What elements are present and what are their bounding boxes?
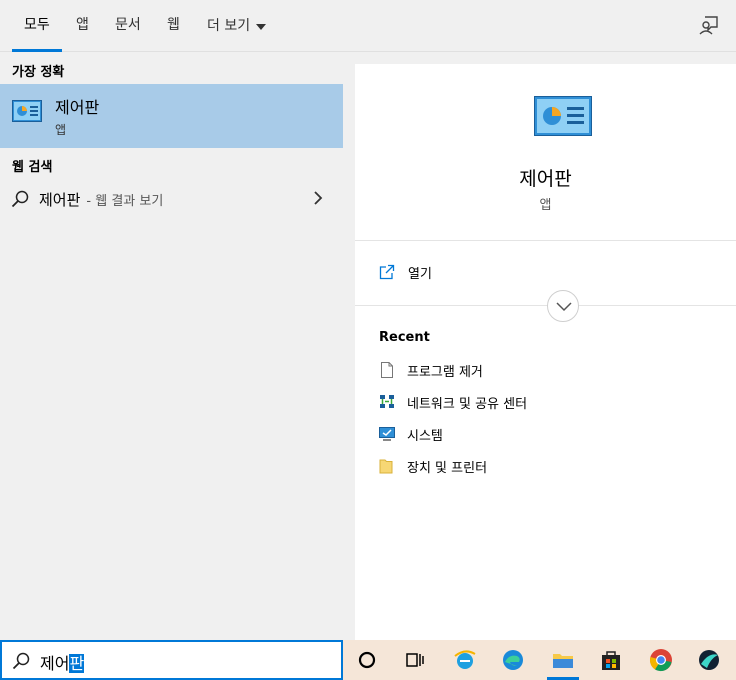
recent-item-system[interactable]: 시스템 <box>379 423 443 445</box>
tab-more-label: 더 보기 <box>207 18 251 34</box>
preview-subtitle: 앱 <box>539 198 552 213</box>
best-match-item[interactable]: 제어판 앱 <box>0 84 343 148</box>
web-result-text: 제어판 - 웹 결과 보기 <box>39 189 163 210</box>
open-label: 열기 <box>408 266 432 282</box>
best-match-title: 제어판 <box>55 98 100 117</box>
best-match-subtitle: 앱 <box>55 123 67 137</box>
recent-label: 장치 및 프린터 <box>407 460 488 476</box>
caret-down-icon <box>256 24 267 30</box>
divider <box>355 305 736 306</box>
chevron-down-icon <box>556 302 572 312</box>
tab-documents[interactable]: 문서 <box>115 0 141 52</box>
task-view-icon[interactable] <box>403 648 427 672</box>
search-input[interactable]: 제어판 <box>40 650 85 674</box>
taskbar <box>343 640 736 680</box>
search-tab-bar: 모두 앱 문서 웹 더 보기 <box>0 0 736 52</box>
control-panel-icon <box>12 100 42 122</box>
cortana-icon[interactable] <box>355 648 379 672</box>
recent-item-devices[interactable]: 장치 및 프린터 <box>379 455 487 477</box>
folder-icon <box>379 459 393 474</box>
search-typed: 제어 <box>40 654 70 673</box>
results-panel: 가장 정확 제어판 앱 웹 검색 제어판 - 웹 결과 보기 <box>0 52 343 640</box>
edge-icon[interactable] <box>501 648 525 672</box>
tab-apps[interactable]: 앱 <box>76 0 89 52</box>
tab-all[interactable]: 모두 <box>12 0 62 52</box>
search-icon <box>11 190 29 208</box>
recent-label: 네트워크 및 공유 센터 <box>407 396 528 412</box>
search-box[interactable]: 제어판 <box>0 640 343 680</box>
control-panel-large-icon <box>534 96 592 136</box>
internet-explorer-icon[interactable] <box>453 648 477 672</box>
expand-button[interactable] <box>547 290 579 322</box>
recent-heading: Recent <box>379 330 430 345</box>
open-action[interactable]: 열기 <box>379 260 432 284</box>
web-search-heading: 웹 검색 <box>12 160 53 175</box>
divider <box>355 240 736 241</box>
open-icon <box>379 264 395 280</box>
web-hint: - 웹 결과 보기 <box>86 194 164 209</box>
app-icon[interactable] <box>697 648 721 672</box>
preview-title: 제어판 <box>519 168 572 190</box>
network-icon <box>380 395 394 408</box>
tab-web[interactable]: 웹 <box>167 0 180 52</box>
tab-more[interactable]: 더 보기 <box>207 0 267 52</box>
recent-item-network[interactable]: 네트워크 및 공유 센터 <box>379 391 527 413</box>
recent-label: 프로그램 제거 <box>407 364 483 380</box>
recent-item-uninstall[interactable]: 프로그램 제거 <box>379 359 483 381</box>
monitor-icon <box>379 427 395 441</box>
preview-panel: 제어판 앱 열기 Recent 프로그램 제거 네트워크 및 공유 센터 시스템… <box>355 64 736 640</box>
feedback-icon[interactable] <box>698 14 720 36</box>
store-icon[interactable] <box>599 648 623 672</box>
chrome-icon[interactable] <box>649 648 673 672</box>
recent-label: 시스템 <box>407 428 443 444</box>
document-icon <box>381 362 393 378</box>
search-icon <box>12 652 30 670</box>
best-match-heading: 가장 정확 <box>12 65 65 80</box>
file-explorer-icon[interactable] <box>551 648 575 672</box>
chevron-right-icon[interactable] <box>313 191 323 205</box>
web-search-result[interactable]: 제어판 - 웹 결과 보기 <box>0 182 343 216</box>
web-query: 제어판 <box>39 191 81 209</box>
search-selected-text: 판 <box>69 654 85 673</box>
